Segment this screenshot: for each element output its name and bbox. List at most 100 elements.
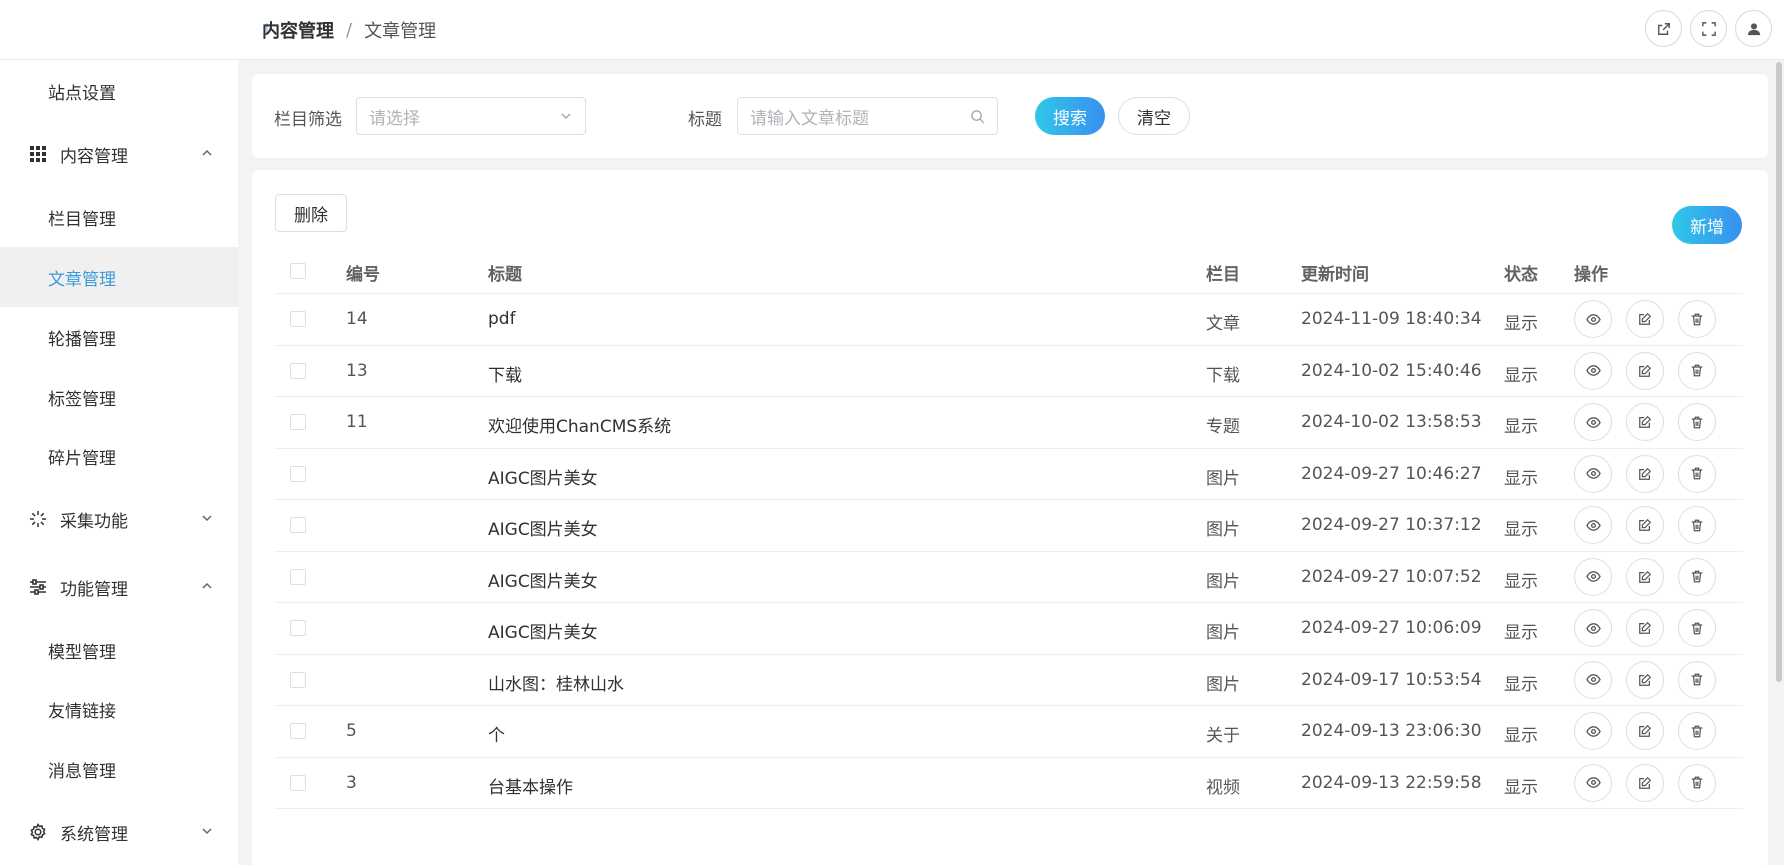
breadcrumb: 内容管理 / 文章管理 — [262, 17, 436, 43]
row-checkbox[interactable] — [290, 671, 306, 688]
cell-updated: 2024-09-27 10:37:12 — [1301, 515, 1482, 535]
sidebar-item-carousel[interactable]: 轮播管理 — [0, 307, 238, 367]
edit-icon — [1639, 673, 1652, 686]
delete-row-button[interactable] — [1678, 660, 1716, 699]
cell-title[interactable]: 山水图：桂林山水 — [488, 670, 624, 695]
cell-title[interactable]: 台基本操作 — [488, 773, 573, 798]
view-button[interactable] — [1574, 609, 1612, 647]
edit-button[interactable] — [1626, 351, 1664, 390]
cell-category: 视频 — [1206, 777, 1240, 798]
grid-icon — [28, 144, 48, 164]
sidebar-item-articles[interactable]: 文章管理 — [0, 247, 238, 307]
delete-row-button[interactable] — [1678, 609, 1716, 647]
edit-button[interactable] — [1626, 300, 1664, 338]
delete-row-button[interactable] — [1678, 300, 1716, 338]
sidebar-item-column[interactable]: 栏目管理 — [0, 187, 238, 247]
cell-status: 显示 — [1504, 520, 1538, 540]
view-button[interactable] — [1574, 351, 1612, 390]
table-row: 3 台基本操作 视频 2024-09-13 22:59:58 显示 — [275, 758, 1743, 809]
row-checkbox[interactable] — [290, 414, 306, 430]
edit-button[interactable] — [1626, 403, 1664, 441]
delete-row-button[interactable] — [1678, 557, 1716, 596]
view-button[interactable] — [1574, 660, 1612, 699]
view-button[interactable] — [1574, 557, 1612, 596]
loading-icon — [28, 509, 48, 529]
delete-row-button[interactable] — [1678, 351, 1716, 390]
view-button[interactable] — [1574, 763, 1612, 802]
cell-title[interactable]: 个 — [488, 721, 505, 746]
edit-button[interactable] — [1626, 660, 1664, 699]
header-actions — [1645, 10, 1772, 47]
sidebar-group-content[interactable]: 内容管理 — [0, 124, 238, 184]
search-button[interactable]: 搜索 — [1035, 97, 1105, 135]
view-button[interactable] — [1574, 454, 1612, 493]
delete-row-button[interactable] — [1678, 454, 1716, 493]
cell-category: 专题 — [1206, 417, 1240, 437]
delete-icon — [1691, 519, 1703, 531]
sidebar-group-functions[interactable]: 功能管理 — [0, 557, 238, 617]
edit-button[interactable] — [1626, 557, 1664, 596]
edit-button[interactable] — [1626, 506, 1664, 544]
row-checkbox[interactable] — [290, 311, 306, 327]
cell-title[interactable]: pdf — [488, 309, 516, 329]
sidebar-item-models[interactable]: 模型管理 — [0, 620, 238, 680]
edit-button[interactable] — [1626, 712, 1664, 750]
sidebar-item-site-settings[interactable]: 站点设置 — [0, 61, 238, 121]
sidebar-item-label: 栏目管理 — [48, 209, 116, 230]
cell-title[interactable]: AIGC图片美女 — [488, 515, 598, 540]
category-select[interactable]: 请选择 — [356, 97, 586, 135]
sidebar-group-collect[interactable]: 采集功能 — [0, 489, 238, 549]
view-icon — [1585, 777, 1601, 788]
delete-icon — [1691, 673, 1703, 686]
edit-button[interactable] — [1626, 763, 1664, 802]
table-row: AIGC图片美女 图片 2024-09-27 10:37:12 显示 — [275, 500, 1743, 552]
edit-icon — [1639, 415, 1652, 428]
row-checkbox[interactable] — [290, 723, 306, 739]
sidebar-item-fragments[interactable]: 碎片管理 — [0, 426, 238, 486]
row-actions — [1574, 609, 1716, 647]
row-checkbox[interactable] — [290, 774, 306, 791]
breadcrumb-item-content[interactable]: 内容管理 — [262, 17, 334, 43]
view-button[interactable] — [1574, 712, 1612, 750]
sidebar-group-system[interactable]: 系统管理 — [0, 802, 238, 862]
delete-row-button[interactable] — [1678, 712, 1716, 750]
cell-updated: 2024-10-02 13:58:53 — [1301, 412, 1482, 432]
delete-button[interactable]: 删除 — [275, 194, 347, 232]
user-button[interactable] — [1735, 10, 1772, 47]
sidebar-group-label: 内容管理 — [60, 146, 128, 167]
delete-row-button[interactable] — [1678, 506, 1716, 544]
edit-button[interactable] — [1626, 609, 1664, 647]
sidebar-item-messages[interactable]: 消息管理 — [0, 739, 238, 799]
page-scrollbar[interactable] — [1776, 62, 1782, 682]
row-checkbox[interactable] — [290, 362, 306, 379]
cell-title[interactable]: AIGC图片美女 — [488, 567, 598, 592]
view-button[interactable] — [1574, 506, 1612, 544]
external-link-button[interactable] — [1645, 10, 1682, 47]
row-checkbox[interactable] — [290, 517, 306, 533]
edit-icon — [1639, 776, 1652, 789]
edit-button[interactable] — [1626, 454, 1664, 493]
sidebar-item-links[interactable]: 友情链接 — [0, 679, 238, 739]
row-checkbox[interactable] — [290, 568, 306, 585]
table-header: 编号 标题 栏目 更新时间 状态 操作 — [275, 248, 1743, 294]
clear-button[interactable]: 清空 — [1118, 97, 1190, 135]
view-icon — [1585, 416, 1601, 428]
title-search-input[interactable]: 请输入文章标题 — [737, 97, 998, 135]
add-button[interactable]: 新增 — [1672, 206, 1742, 244]
column-header-actions: 操作 — [1574, 265, 1608, 285]
row-checkbox[interactable] — [290, 620, 306, 636]
cell-title[interactable]: 欢迎使用ChanCMS系统 — [488, 412, 671, 437]
cell-title[interactable]: AIGC图片美女 — [488, 464, 598, 489]
delete-row-button[interactable] — [1678, 763, 1716, 802]
cell-title[interactable]: AIGC图片美女 — [488, 618, 598, 643]
view-button[interactable] — [1574, 403, 1612, 441]
sidebar-item-tags[interactable]: 标签管理 — [0, 367, 238, 427]
view-button[interactable] — [1574, 300, 1612, 338]
fullscreen-button[interactable] — [1690, 10, 1727, 47]
delete-row-button[interactable] — [1678, 403, 1716, 441]
cell-title[interactable]: 下载 — [488, 361, 522, 386]
row-checkbox[interactable] — [290, 465, 306, 482]
select-all-checkbox[interactable] — [290, 263, 306, 279]
cell-status: 显示 — [1504, 468, 1538, 489]
column-header-updated: 更新时间 — [1301, 265, 1369, 285]
